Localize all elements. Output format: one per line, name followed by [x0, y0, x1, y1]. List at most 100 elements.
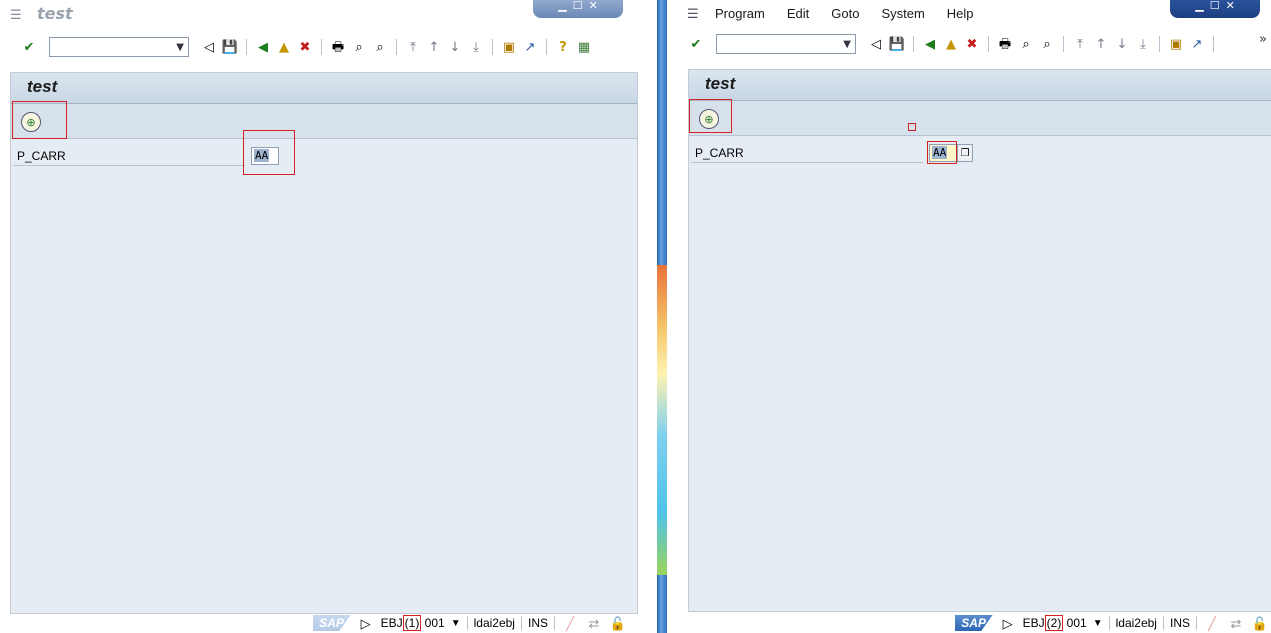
- highlight-box: [243, 130, 295, 175]
- minimize-icon[interactable]: ▁: [558, 0, 566, 12]
- new-session-icon[interactable]: ▣: [1167, 35, 1185, 53]
- save-icon[interactable]: 💾: [221, 38, 239, 56]
- window-title: test: [37, 4, 73, 23]
- enter-icon[interactable]: ✔: [687, 35, 705, 53]
- new-session-icon[interactable]: ▣: [500, 38, 518, 56]
- find-next-icon[interactable]: ⌕: [1038, 35, 1056, 53]
- cancel-icon[interactable]: ✖: [296, 38, 314, 56]
- maximize-icon[interactable]: ☐: [1210, 0, 1220, 12]
- layout-menu-icon[interactable]: ▦: [575, 38, 593, 56]
- last-page-icon[interactable]: ⤓: [467, 38, 485, 56]
- highlight-marker: [908, 123, 916, 131]
- status-bar: SAP ▷ EBJ (1) 001 ▼ ldai2ebj INS ╱ ⇄ 🔓: [0, 612, 657, 633]
- menu-program[interactable]: Program: [715, 6, 765, 21]
- status-mode: INS: [1169, 616, 1190, 630]
- screen-title: test: [11, 73, 637, 104]
- next-page-icon[interactable]: ↓: [1113, 35, 1131, 53]
- toolbar-separator: [1063, 36, 1064, 52]
- toolbar-separator: [1213, 36, 1214, 52]
- transfer-icon[interactable]: ⇄: [1227, 614, 1245, 632]
- find-icon[interactable]: ⌕: [350, 38, 368, 56]
- toolbar-separator: [988, 36, 989, 52]
- enter-icon[interactable]: ✔: [20, 38, 38, 56]
- print-icon[interactable]: 🖶: [329, 38, 347, 56]
- menu-goto[interactable]: Goto: [831, 6, 859, 21]
- status-separator: [520, 616, 522, 630]
- back-icon[interactable]: ◀: [254, 38, 272, 56]
- command-field[interactable]: ▼: [49, 37, 189, 57]
- status-dropdown-icon[interactable]: ▼: [451, 618, 461, 629]
- play-icon[interactable]: ▷: [999, 614, 1017, 632]
- print-icon[interactable]: 🖶: [996, 35, 1014, 53]
- status-separator: [1196, 616, 1197, 630]
- menu-system[interactable]: System: [881, 6, 924, 21]
- system-toolbar: ✔ ▼ ◁ 💾 ◀ ▲ ✖ 🖶 ⌕ ⌕ ⤒ ↑ ↓ ⤓ ▣ ↗ ? ▦: [0, 35, 657, 59]
- status-separator: [1108, 616, 1110, 630]
- shortcut-icon[interactable]: ↗: [521, 38, 539, 56]
- window-menu-icon[interactable]: ☰: [687, 7, 699, 22]
- help-icon[interactable]: ?: [554, 38, 572, 56]
- save-icon[interactable]: 💾: [888, 35, 906, 53]
- minimize-icon[interactable]: ▁: [1195, 0, 1203, 12]
- window-controls: ▁ ☐ ✕: [533, 0, 623, 18]
- highlight-box: [927, 141, 957, 164]
- modify-icon[interactable]: ╱: [561, 614, 579, 632]
- lock-icon[interactable]: 🔓: [1251, 614, 1269, 632]
- field-label: P_CARR: [695, 146, 744, 160]
- menu-bar: ☰ Program Edit Goto System Help ▁ ☐ ✕: [667, 0, 1271, 30]
- menu-list: Program Edit Goto System Help: [715, 6, 974, 21]
- modify-icon[interactable]: ╱: [1203, 614, 1221, 632]
- exit-icon[interactable]: ▲: [275, 38, 293, 56]
- toolbar-separator: [321, 39, 322, 55]
- highlight-box: [689, 99, 732, 133]
- toolbar-separator: [396, 39, 397, 55]
- next-page-icon[interactable]: ↓: [446, 38, 464, 56]
- chevron-down-icon[interactable]: ▼: [843, 39, 851, 50]
- screen-area: test ⊕ P_CARR AA: [10, 72, 638, 614]
- cancel-icon[interactable]: ✖: [963, 35, 981, 53]
- more-toolbar-icon[interactable]: »: [1259, 32, 1267, 47]
- status-separator: [1162, 616, 1164, 630]
- window-controls: ▁ ☐ ✕: [1170, 0, 1260, 18]
- selection-field-row: P_CARR AA ❐: [689, 136, 1271, 163]
- status-dropdown-icon[interactable]: ▼: [1093, 618, 1103, 629]
- first-page-icon[interactable]: ⤒: [1071, 35, 1089, 53]
- value-help-icon[interactable]: ❐: [957, 144, 973, 162]
- close-icon[interactable]: ✕: [1226, 0, 1235, 12]
- chevron-down-icon[interactable]: ▼: [176, 42, 184, 53]
- maximize-icon[interactable]: ☐: [573, 0, 583, 12]
- exit-icon[interactable]: ▲: [942, 35, 960, 53]
- close-icon[interactable]: ✕: [589, 0, 598, 12]
- previous-page-icon[interactable]: ↑: [425, 38, 443, 56]
- screen-area: test ⊕ P_CARR AA ❐: [688, 69, 1271, 612]
- find-icon[interactable]: ⌕: [1017, 35, 1035, 53]
- menu-edit[interactable]: Edit: [787, 6, 809, 21]
- back-icon[interactable]: ◀: [921, 35, 939, 53]
- window-menu-icon[interactable]: ☰: [10, 8, 22, 23]
- application-toolbar: ⊕: [689, 101, 1271, 136]
- back-nav-icon[interactable]: ◁: [867, 35, 885, 53]
- command-field[interactable]: ▼: [716, 34, 856, 54]
- status-bar: SAP ▷ EBJ (2) 001 ▼ ldai2ebj INS ╱ ⇄ 🔓: [667, 612, 1271, 633]
- status-mode: INS: [527, 616, 548, 630]
- last-page-icon[interactable]: ⤓: [1134, 35, 1152, 53]
- lock-icon[interactable]: 🔓: [609, 614, 627, 632]
- menu-help[interactable]: Help: [947, 6, 974, 21]
- toolbar-separator: [492, 39, 493, 55]
- sap-window-left: ☰ test ▁ ☐ ✕ ✔ ▼ ◁ 💾 ◀ ▲ ✖ 🖶 ⌕ ⌕ ⤒ ↑ ↓ ⤓: [0, 0, 657, 633]
- play-icon[interactable]: ▷: [357, 614, 375, 632]
- status-system: EBJ (2) 001: [1022, 615, 1087, 631]
- desktop-divider: [657, 0, 667, 633]
- first-page-icon[interactable]: ⤒: [404, 38, 422, 56]
- find-next-icon[interactable]: ⌕: [371, 38, 389, 56]
- status-system: EBJ (1) 001: [380, 615, 445, 631]
- application-toolbar: ⊕: [11, 104, 637, 139]
- toolbar-separator: [246, 39, 247, 55]
- highlight-box: [12, 101, 67, 139]
- back-nav-icon[interactable]: ◁: [200, 38, 218, 56]
- shortcut-icon[interactable]: ↗: [1188, 35, 1206, 53]
- transfer-icon[interactable]: ⇄: [585, 614, 603, 632]
- system-toolbar: ✔ ▼ ◁ 💾 ◀ ▲ ✖ 🖶 ⌕ ⌕ ⤒ ↑ ↓ ⤓ ▣ ↗ »: [667, 32, 1271, 56]
- previous-page-icon[interactable]: ↑: [1092, 35, 1110, 53]
- status-separator: [554, 616, 555, 630]
